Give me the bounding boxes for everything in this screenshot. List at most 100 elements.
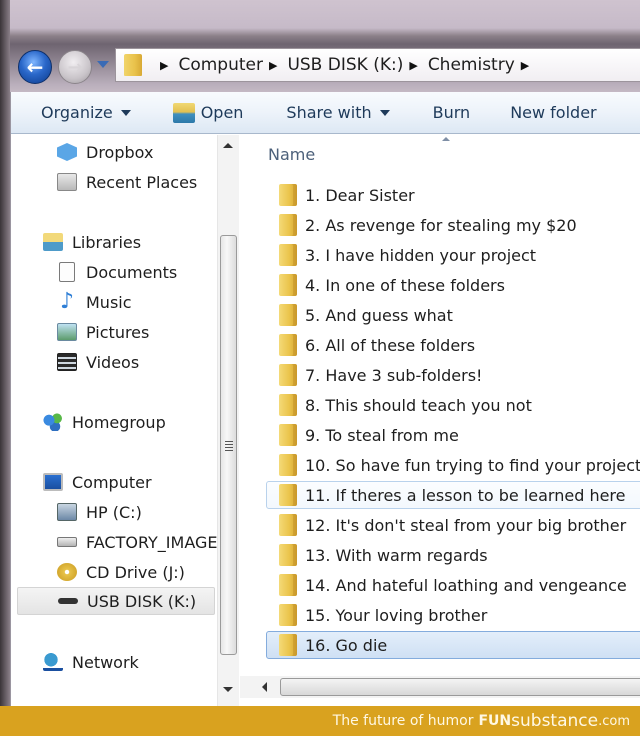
column-header-name[interactable]: Name: [240, 135, 640, 175]
forward-button[interactable]: →: [58, 50, 92, 84]
scroll-up-icon[interactable]: [223, 143, 233, 148]
folder-icon: [279, 454, 297, 476]
folder-row[interactable]: 14. And hateful loathing and vengeance: [266, 571, 640, 599]
sidebar-item-label: Libraries: [72, 232, 142, 252]
scroll-left-icon[interactable]: [262, 682, 267, 692]
folder-icon: [279, 484, 297, 506]
sidebar-item-label: Recent Places: [86, 172, 198, 192]
sidebar-item-music[interactable]: ♪ Music: [57, 288, 132, 316]
folder-row[interactable]: 4. In one of these folders: [266, 271, 640, 299]
folder-row[interactable]: 12. It's don't steal from your big broth…: [266, 511, 640, 539]
folder-icon: [279, 274, 297, 296]
open-button[interactable]: Open: [172, 102, 243, 123]
scrollbar-thumb[interactable]: [220, 235, 237, 655]
folder-row[interactable]: 15. Your loving brother: [266, 601, 640, 629]
scrollbar-thumb[interactable]: [280, 678, 640, 696]
folder-name: 11. If theres a lesson to be learned her…: [305, 485, 626, 505]
folder-icon: [279, 574, 297, 596]
share-with-label: Share with: [286, 103, 372, 122]
back-button[interactable]: ←: [18, 50, 52, 84]
folder-row[interactable]: 9. To steal from me: [266, 421, 640, 449]
arrow-right-icon: →: [67, 56, 83, 78]
folder-name: 13. With warm regards: [305, 545, 488, 565]
sidebar-item-label: USB DISK (K:): [87, 591, 197, 611]
column-header-label: Name: [268, 145, 316, 164]
folder-row[interactable]: 1. Dear Sister: [266, 181, 640, 209]
folder-row[interactable]: 13. With warm regards: [266, 541, 640, 569]
recent-places-icon: [57, 173, 77, 191]
folder-name: 8. This should teach you not: [305, 395, 532, 415]
videos-icon: [57, 353, 77, 371]
new-folder-button[interactable]: New folder: [510, 103, 596, 122]
folder-row[interactable]: 7. Have 3 sub-folders!: [266, 361, 640, 389]
folder-row[interactable]: 3. I have hidden your project: [266, 241, 640, 269]
folder-name: 10. So have fun trying to find your proj…: [305, 455, 640, 475]
sidebar-item-pictures[interactable]: Pictures: [57, 318, 149, 346]
file-list: Name 1. Dear Sister 2. As revenge for ste…: [240, 135, 640, 706]
chevron-down-icon: [120, 109, 131, 116]
sidebar-item-recent-places[interactable]: Recent Places: [57, 168, 197, 196]
sidebar-item-libraries[interactable]: Libraries: [43, 228, 141, 256]
breadcrumb-separator-icon[interactable]: ▶: [409, 59, 417, 72]
horizontal-scrollbar[interactable]: [240, 676, 640, 698]
watermark-banner: The future of humor FUN substance .com: [0, 706, 640, 736]
network-icon: [43, 653, 63, 671]
folder-name: 1. Dear Sister: [305, 185, 415, 205]
sidebar-item-homegroup[interactable]: Homegroup: [43, 408, 166, 436]
music-icon: ♪: [59, 289, 75, 314]
sidebar-item-factory-image[interactable]: FACTORY_IMAGE: [57, 528, 217, 556]
folder-icon: [279, 424, 297, 446]
folder-row[interactable]: 2. As revenge for stealing my $20: [266, 211, 640, 239]
share-with-button[interactable]: Share with: [286, 103, 390, 122]
sidebar-item-label: Dropbox: [86, 142, 154, 162]
sidebar-item-computer[interactable]: Computer: [43, 468, 152, 496]
breadcrumb-separator-icon[interactable]: ▶: [521, 59, 529, 72]
folder-name: 3. I have hidden your project: [305, 245, 537, 265]
folder-icon: [279, 184, 297, 206]
sidebar-item-label: Homegroup: [72, 412, 166, 432]
breadcrumb-computer[interactable]: Computer: [178, 55, 263, 75]
brand-substance: substance: [511, 711, 599, 731]
burn-button[interactable]: Burn: [433, 103, 471, 122]
computer-icon: [43, 473, 63, 491]
drive-icon: [57, 537, 77, 547]
organize-button[interactable]: Organize: [41, 103, 131, 122]
usb-drive-icon: [58, 598, 78, 604]
sidebar-item-usb-disk[interactable]: USB DISK (K:): [17, 587, 215, 615]
sidebar-item-network[interactable]: Network: [43, 648, 139, 676]
navigation-pane-scrollbar[interactable]: [217, 135, 239, 706]
folder-row[interactable]: 16. Go die: [266, 631, 640, 659]
folder-row[interactable]: 6. All of these folders: [266, 331, 640, 359]
system-drive-icon: [57, 503, 77, 521]
folder-row[interactable]: 5. And guess what: [266, 301, 640, 329]
folder-row[interactable]: 8. This should teach you not: [266, 391, 640, 419]
navigation-pane: Dropbox Recent Places Libraries Document…: [11, 135, 217, 706]
cd-drive-icon: [57, 563, 77, 581]
sidebar-item-hp-c[interactable]: HP (C:): [57, 498, 142, 526]
sidebar-item-documents[interactable]: Documents: [57, 258, 177, 286]
sidebar-item-label: Documents: [86, 262, 178, 282]
folder-name: 5. And guess what: [305, 305, 453, 325]
sidebar-item-label: HP (C:): [86, 502, 142, 522]
recent-pages-dropdown[interactable]: [97, 61, 109, 68]
breadcrumb-chemistry[interactable]: Chemistry: [428, 55, 515, 75]
folder-row[interactable]: 10. So have fun trying to find your proj…: [266, 451, 640, 479]
new-folder-label: New folder: [510, 103, 597, 122]
address-bar[interactable]: ▶ Computer ▶ USB DISK (K:) ▶ Chemistry ▶: [115, 48, 640, 82]
breadcrumb-usb-disk[interactable]: USB DISK (K:): [287, 55, 403, 75]
sidebar-item-label: CD Drive (J:): [86, 562, 185, 582]
scroll-down-icon[interactable]: [223, 687, 233, 692]
folder-name: 12. It's don't steal from your big broth…: [305, 515, 627, 535]
sidebar-item-cd-drive[interactable]: CD Drive (J:): [57, 558, 185, 586]
folder-icon: [279, 634, 297, 656]
breadcrumb-separator-icon[interactable]: ▶: [269, 59, 277, 72]
folder-row[interactable]: 11. If theres a lesson to be learned her…: [266, 481, 640, 509]
explorer-window: Organize Open Share with Burn New folder…: [10, 92, 640, 706]
sidebar-item-videos[interactable]: Videos: [57, 348, 139, 376]
sidebar-item-label: Network: [72, 652, 139, 672]
arrow-left-icon: ←: [26, 55, 44, 79]
folder-icon: [279, 394, 297, 416]
sidebar-item-dropbox[interactable]: Dropbox: [57, 138, 153, 166]
breadcrumb-separator-icon[interactable]: ▶: [160, 59, 168, 72]
folder-icon: [279, 244, 297, 266]
